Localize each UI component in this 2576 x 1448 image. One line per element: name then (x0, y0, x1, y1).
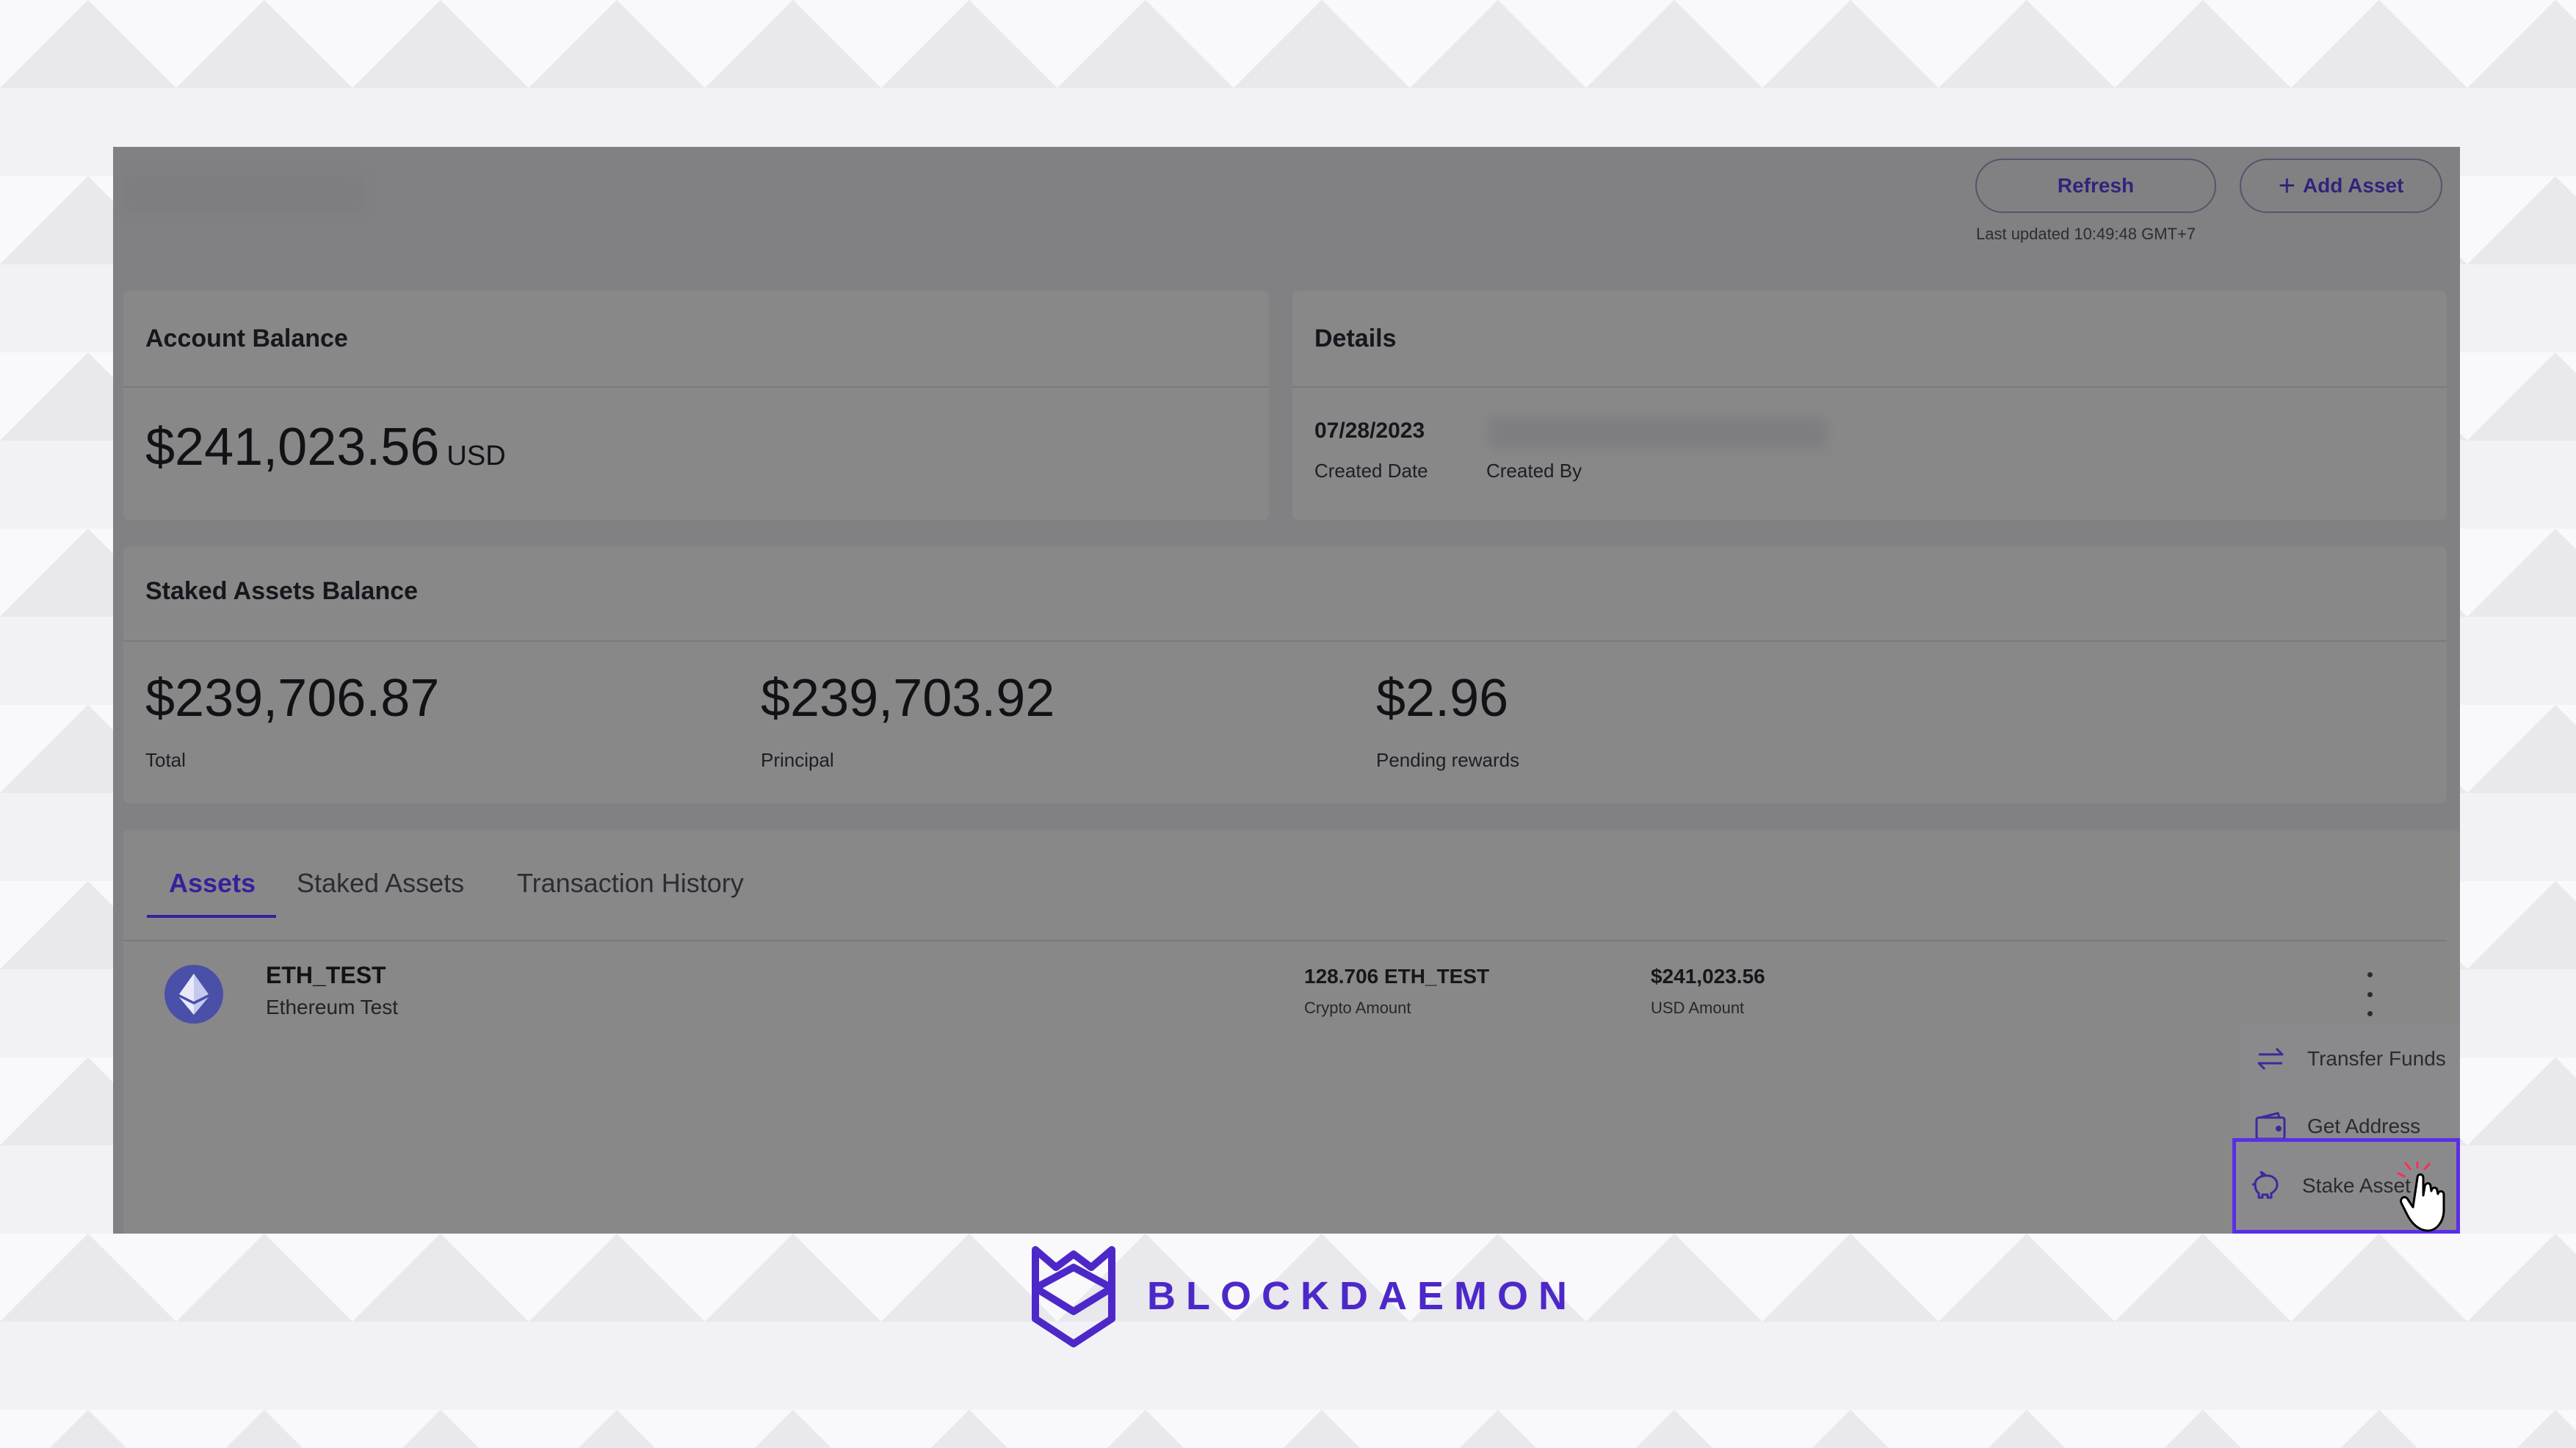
tab-assets[interactable]: Assets (169, 868, 256, 899)
created-date-value: 07/28/2023 (1314, 419, 1425, 443)
blockdaemon-logo-icon (1032, 1246, 1115, 1347)
menu-item-label: Transfer Funds (2307, 1047, 2446, 1070)
staked-total-value: $239,706.87 (145, 669, 440, 728)
last-updated-text: Last updated 10:49:48 GMT+7 (1976, 225, 2196, 243)
add-asset-button-label: Add Asset (2302, 174, 2404, 197)
tab-staked-assets[interactable]: Staked Assets (297, 868, 464, 899)
assets-section (123, 830, 2460, 1234)
account-name-redacted (122, 175, 364, 213)
staked-assets-title: Staked Assets Balance (145, 577, 419, 605)
pending-rewards-value: $2.96 (1376, 669, 1509, 728)
active-tab-indicator (147, 915, 276, 918)
usd-amount-value: $241,023.56 (1651, 965, 1765, 988)
account-balance-value: $241,023.56 (145, 418, 440, 477)
divider (123, 386, 1269, 388)
refresh-button-label: Refresh (2057, 174, 2135, 197)
crypto-amount-value: 128.706 ETH_TEST (1304, 965, 1490, 988)
staked-total-label: Total (145, 749, 186, 771)
plus-icon: + (2278, 169, 2295, 202)
menu-item-transfer-funds[interactable]: Transfer Funds (2241, 1025, 2460, 1093)
staked-principal-label: Principal (761, 749, 834, 771)
account-balance-amount: $241,023.56 USD (145, 417, 506, 477)
ethereum-icon (164, 965, 223, 1024)
divider (1292, 386, 2447, 388)
menu-item-label: Stake Asset (2302, 1174, 2411, 1197)
asset-symbol: ETH_TEST (266, 962, 386, 988)
asset-full-name: Ethereum Test (266, 996, 399, 1018)
refresh-button[interactable]: Refresh (1975, 159, 2216, 213)
account-balance-title: Account Balance (145, 325, 348, 352)
divider (123, 640, 2447, 642)
tab-transaction-history[interactable]: Transaction History (517, 868, 744, 899)
hand-cursor-icon (2397, 1162, 2445, 1232)
details-title: Details (1314, 325, 1397, 352)
created-by-label: Created By (1486, 460, 1582, 482)
currency-label: USD (446, 441, 506, 471)
staked-principal-value: $239,703.92 (761, 669, 1055, 728)
crypto-amount-label: Crypto Amount (1304, 999, 1411, 1017)
brand-wordmark: BLOCKDAEMON (1147, 1274, 1577, 1318)
menu-item-label: Get Address (2307, 1115, 2421, 1137)
add-asset-button[interactable]: + Add Asset (2240, 159, 2442, 213)
pending-rewards-label: Pending rewards (1376, 749, 1520, 771)
piggy-bank-icon (2249, 1170, 2282, 1202)
staked-assets-balance-card: Staked Assets Balance $239,706.87 Total … (123, 546, 2447, 803)
created-by-redacted (1488, 417, 1826, 449)
account-balance-card: Account Balance $241,023.56 USD (123, 291, 1269, 520)
divider (123, 940, 2447, 941)
usd-amount-label: USD Amount (1651, 999, 1745, 1017)
transfer-icon (2254, 1043, 2287, 1075)
created-date-label: Created Date (1314, 460, 1428, 482)
more-options-icon[interactable] (2356, 972, 2383, 1016)
app-screen: Refresh + Add Asset Last updated 10:49:4… (113, 147, 2460, 1234)
details-card: Details 07/28/2023 Created Date Created … (1292, 291, 2447, 520)
